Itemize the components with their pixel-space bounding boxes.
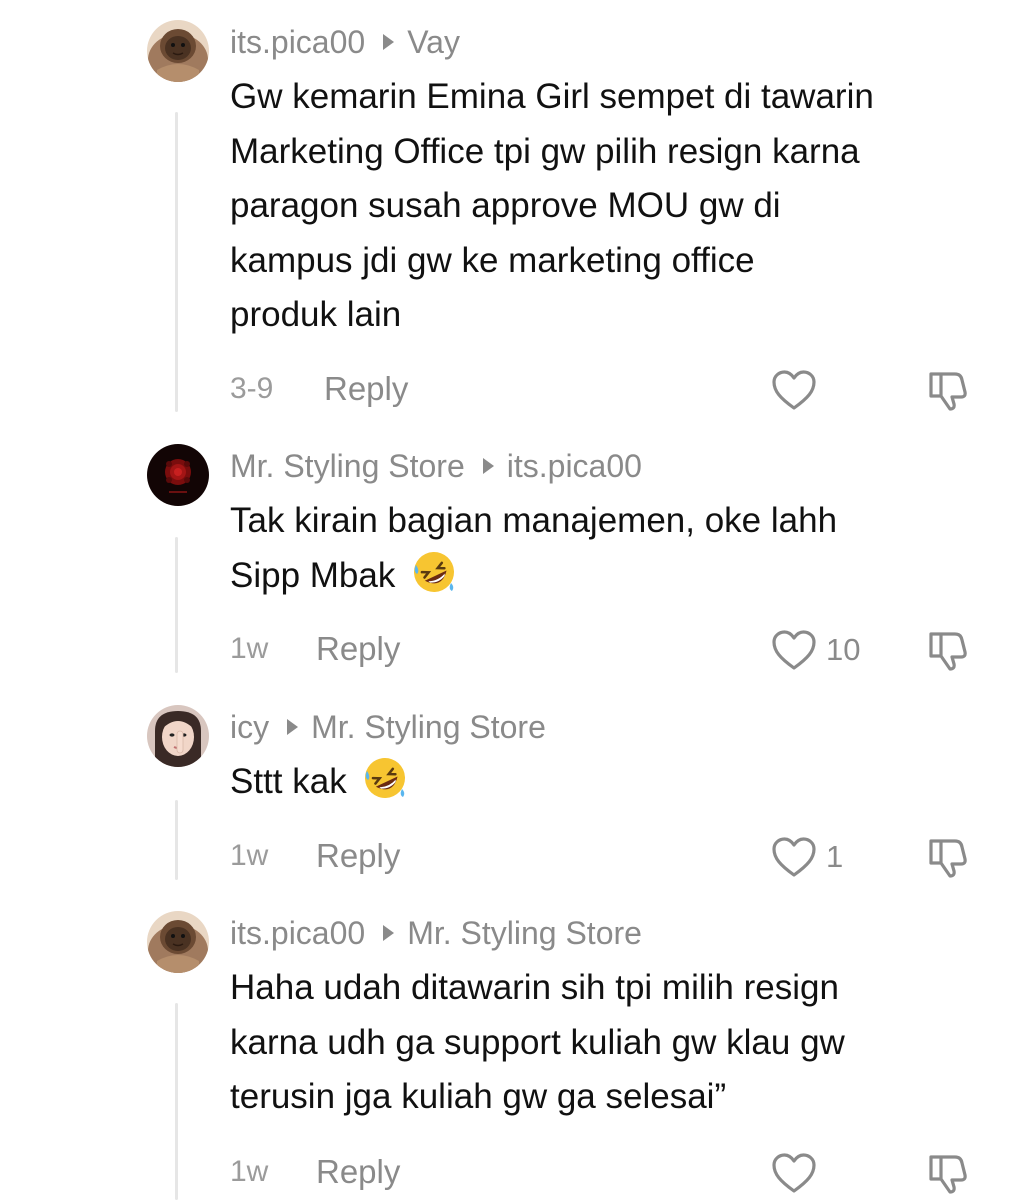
comment-line-wrap: Sttt kak bbox=[230, 755, 1000, 810]
reply-to-name[interactable]: its.pica00 bbox=[507, 448, 642, 485]
reply-button[interactable]: Reply bbox=[316, 837, 400, 875]
dislike-button[interactable] bbox=[925, 833, 973, 881]
thread-line bbox=[175, 112, 178, 412]
heart-outline-icon bbox=[770, 368, 818, 412]
comment-line: Gw kemarin Emina Girl sempet di tawarin bbox=[230, 77, 874, 116]
like-count: 1 bbox=[826, 839, 844, 874]
comment-line: Sttt kak bbox=[230, 762, 347, 801]
thread-line bbox=[175, 537, 178, 673]
reply-button[interactable]: Reply bbox=[324, 370, 408, 408]
avatar[interactable] bbox=[147, 705, 209, 767]
avatar[interactable] bbox=[147, 911, 209, 973]
triangle-right-icon bbox=[287, 719, 299, 735]
dislike-button[interactable] bbox=[925, 366, 973, 414]
comment-line: paragon susah approve MOU gw di bbox=[230, 186, 781, 225]
comment-text: Haha udah ditawarin sih tpi milih resign… bbox=[230, 961, 1000, 1125]
author-name[interactable]: Mr. Styling Store bbox=[230, 448, 465, 485]
comment-time: 1w bbox=[230, 632, 269, 665]
rolling-on-floor-laughing-emoji bbox=[411, 549, 457, 595]
like-button[interactable] bbox=[770, 1147, 826, 1199]
thumbs-down-outline-icon bbox=[925, 626, 973, 674]
comment-actions: 1w Reply bbox=[230, 1147, 1000, 1199]
comment-line: Sipp Mbak bbox=[230, 555, 396, 595]
author-name[interactable]: its.pica00 bbox=[230, 24, 365, 61]
comment-time: 1w bbox=[230, 839, 269, 872]
comment-line: produk lain bbox=[230, 295, 402, 334]
reply-to-name[interactable]: Mr. Styling Store bbox=[311, 709, 546, 746]
comment-line-wrap: Sipp Mbak bbox=[230, 549, 1000, 604]
thumbs-down-outline-icon bbox=[925, 366, 973, 414]
comment-line: terusin jga kuliah gw ga selesai” bbox=[230, 1077, 727, 1116]
comment-header: its.pica00 Vay bbox=[230, 20, 460, 64]
thumbs-down-outline-icon bbox=[925, 1149, 973, 1197]
triangle-right-icon bbox=[383, 925, 395, 941]
comment-actions: 3-9 Reply bbox=[230, 364, 1000, 416]
dislike-button[interactable] bbox=[925, 626, 973, 674]
rolling-on-floor-laughing-emoji bbox=[362, 755, 408, 801]
author-name[interactable]: its.pica00 bbox=[230, 915, 365, 952]
triangle-right-icon bbox=[383, 34, 395, 50]
like-button[interactable]: 1 bbox=[770, 831, 843, 883]
like-button[interactable] bbox=[770, 364, 826, 416]
avatar[interactable] bbox=[147, 444, 209, 506]
comment-text: Sttt kak bbox=[230, 755, 1000, 810]
comment-header: icy Mr. Styling Store bbox=[230, 705, 546, 749]
comment-actions: 1w Reply 1 bbox=[230, 831, 1000, 883]
triangle-right-icon bbox=[482, 458, 494, 474]
comment-header: its.pica00 Mr. Styling Store bbox=[230, 911, 642, 955]
comment-time: 3-9 bbox=[230, 372, 274, 405]
reply-to-name[interactable]: Vay bbox=[407, 24, 460, 61]
reply-to-name[interactable]: Mr. Styling Store bbox=[407, 915, 642, 952]
comment-text: Tak kirain bagian manajemen, oke lahh Si… bbox=[230, 494, 1000, 603]
heart-outline-icon bbox=[770, 628, 818, 672]
reply-button[interactable]: Reply bbox=[316, 1153, 400, 1191]
comment-line: karna udh ga support kuliah gw klau gw bbox=[230, 1022, 845, 1062]
thread-line bbox=[175, 800, 178, 880]
comment-header: Mr. Styling Store its.pica00 bbox=[230, 444, 642, 488]
comment-line: Haha udah ditawarin sih tpi milih resign bbox=[230, 968, 839, 1007]
author-name[interactable]: icy bbox=[230, 709, 269, 746]
comment-text: Gw kemarin Emina Girl sempet di tawarin … bbox=[230, 70, 1000, 343]
comment-actions: 1w Reply 10 bbox=[230, 624, 1000, 676]
like-button[interactable]: 10 bbox=[770, 624, 860, 676]
thumbs-down-outline-icon bbox=[925, 833, 973, 881]
comment-time: 1w bbox=[230, 1155, 269, 1188]
like-count: 10 bbox=[826, 632, 861, 667]
comment-line: kampus jdi gw ke marketing office bbox=[230, 240, 755, 280]
avatar[interactable] bbox=[147, 20, 209, 82]
comment-line: Tak kirain bagian manajemen, oke lahh bbox=[230, 501, 838, 540]
heart-outline-icon bbox=[770, 835, 818, 879]
heart-outline-icon bbox=[770, 1151, 818, 1195]
comment-line: Marketing Office tpi gw pilih resign kar… bbox=[230, 131, 860, 171]
dislike-button[interactable] bbox=[925, 1149, 973, 1197]
thread-line bbox=[175, 1003, 178, 1200]
reply-button[interactable]: Reply bbox=[316, 630, 400, 668]
